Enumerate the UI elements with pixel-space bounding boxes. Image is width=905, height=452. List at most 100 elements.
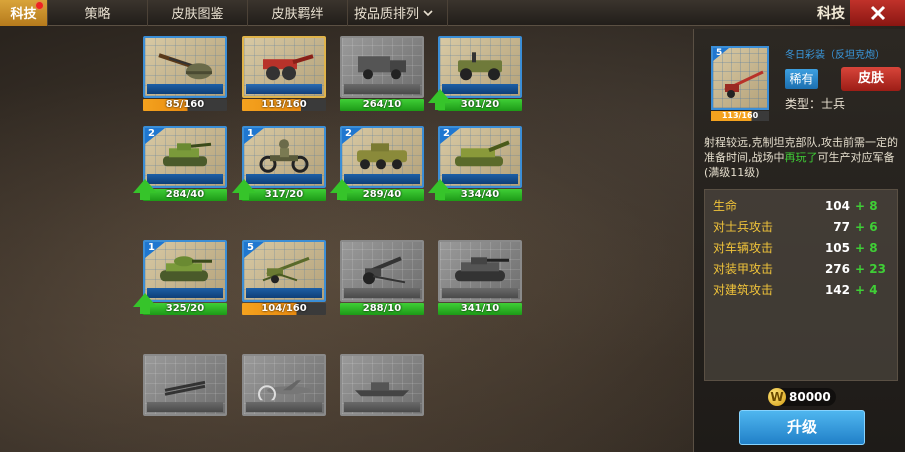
- upgrade-arrow-icon: [330, 179, 354, 200]
- self-propelled-gun-icon: [455, 140, 510, 167]
- desc-highlight: 再玩了: [784, 151, 818, 164]
- unit-frame: [340, 354, 424, 416]
- upgrade-button[interactable]: 升级: [739, 410, 865, 445]
- unit-card-warship[interactable]: [340, 354, 424, 416]
- stats-table: 生命 104 + 8 对士兵攻击 77 + 6 对车辆攻击 105 + 8 对装…: [704, 189, 898, 381]
- stat-label: 对装甲攻击: [713, 262, 774, 276]
- stat-bonus: + 6: [855, 219, 878, 234]
- unit-progress-bar: 288/10: [340, 303, 424, 315]
- upgrade-arrow-icon: [428, 89, 452, 110]
- warship-icon: [355, 382, 409, 397]
- motorcycle-icon: [259, 139, 309, 173]
- field-gun-icon: [263, 54, 314, 81]
- stat-row: 对装甲攻击 276 + 23: [713, 258, 897, 279]
- unit-frame: 5: [242, 240, 326, 302]
- stat-value: 142: [824, 282, 850, 297]
- rocket-launcher-icon: [164, 380, 206, 396]
- stat-value: 276: [824, 261, 850, 276]
- stat-label: 对建筑攻击: [713, 283, 774, 297]
- tab-skin-gallery[interactable]: 皮肤图鉴: [148, 0, 248, 26]
- unit-progress-bar: 113/160: [242, 99, 326, 111]
- detail-progress-bar: 113/160: [711, 111, 769, 121]
- unit-frame: [340, 36, 424, 98]
- rarity-badge: 稀有: [785, 69, 818, 89]
- unit-progress-bar: 264/10: [340, 99, 424, 111]
- close-icon: [870, 5, 885, 21]
- tab-strategy[interactable]: 策略: [48, 0, 148, 26]
- unit-frame: [242, 354, 326, 416]
- upgrade-arrow-icon: [133, 179, 157, 200]
- unit-card-anti-tank-gun[interactable]: 5 104/160: [242, 240, 326, 315]
- sort-dropdown[interactable]: 按品质排列: [348, 0, 448, 26]
- skin-button[interactable]: 皮肤: [841, 67, 901, 91]
- unit-card-howitzer[interactable]: 288/10: [340, 240, 424, 315]
- detail-level: 5: [716, 48, 723, 58]
- light-tank-icon: [163, 142, 212, 167]
- upgrade-cost: W 80000: [768, 388, 836, 406]
- unit-progress-bar: 104/160: [242, 303, 326, 315]
- unit-card-heavy-tank[interactable]: 341/10: [438, 240, 522, 315]
- tab-skin-bond[interactable]: 皮肤羁绊: [248, 0, 348, 26]
- stat-bonus: + 4: [855, 282, 878, 297]
- unit-level: 2: [148, 128, 155, 139]
- stat-value: 105: [824, 240, 850, 255]
- stat-bonus: + 8: [855, 240, 878, 255]
- stat-row: 对士兵攻击 77 + 6: [713, 216, 897, 237]
- jeep-icon: [458, 52, 502, 81]
- unit-type: 类型：士兵: [785, 97, 846, 111]
- alert-dot-icon: [36, 1, 43, 9]
- unit-card-rifleman[interactable]: 85/160: [143, 36, 227, 111]
- unit-card-motorcycle[interactable]: 1 317/20: [232, 126, 326, 201]
- unit-frame: [242, 36, 326, 98]
- unit-frame: [340, 240, 424, 302]
- unit-card-rocket-launcher[interactable]: [143, 354, 227, 416]
- unit-level: 1: [247, 128, 254, 139]
- unit-description: 射程较远,克制坦克部队,攻击前需一定的准备时间,战场中再玩了可生产对应军备(满级…: [704, 135, 900, 180]
- stat-row: 对车辆攻击 105 + 8: [713, 237, 897, 258]
- stat-value: 104: [824, 198, 850, 213]
- fighter-plane-icon: [258, 380, 311, 401]
- upgrade-arrow-icon: [428, 179, 452, 200]
- anti-tank-gun-icon: [724, 70, 764, 98]
- unit-card-light-tank[interactable]: 2 284/40: [133, 126, 227, 201]
- stat-label: 对士兵攻击: [713, 220, 774, 234]
- tab-strategy-label: 策略: [84, 7, 111, 22]
- coin-icon: W: [768, 388, 786, 406]
- stat-bonus: + 8: [855, 198, 878, 213]
- stat-value: 77: [833, 219, 850, 234]
- sort-dropdown-label: 按品质排列: [354, 7, 420, 22]
- anti-tank-gun-icon: [262, 256, 310, 284]
- unit-card-jeep[interactable]: 301/20: [428, 36, 522, 111]
- unit-card-armored-car[interactable]: 2 289/40: [330, 126, 424, 201]
- unit-progress-bar: 341/10: [438, 303, 522, 315]
- page-title: 科技: [817, 6, 845, 22]
- tab-skin-gallery-label: 皮肤图鉴: [171, 7, 224, 22]
- tab-tech[interactable]: 科技: [0, 0, 48, 26]
- unit-card-fighter-plane[interactable]: [242, 354, 326, 416]
- unit-frame: [143, 354, 227, 416]
- tab-skin-bond-label: 皮肤羁绊: [271, 7, 324, 22]
- unit-card-medium-tank[interactable]: 1 325/20: [133, 240, 227, 315]
- stat-label: 对车辆攻击: [713, 241, 774, 255]
- stat-bonus: + 23: [855, 261, 886, 276]
- close-button[interactable]: [850, 0, 905, 26]
- cost-value: 80000: [789, 390, 831, 404]
- heavy-tank-icon: [455, 257, 509, 282]
- rifle-helmet-icon: [158, 53, 212, 80]
- upgrade-arrow-icon: [133, 293, 157, 314]
- stat-label: 生命: [713, 199, 738, 213]
- unit-frame: [438, 240, 522, 302]
- armored-car-icon: [357, 143, 407, 170]
- unit-progress-bar: 85/160: [143, 99, 227, 111]
- stat-row: 对建筑攻击 142 + 4: [713, 279, 897, 300]
- detail-portrait: 5: [711, 46, 769, 110]
- unit-detail-panel: 5 113/160 冬日彩装（反坦克炮） 稀有 皮肤 类型：士兵 射程较远,克制…: [693, 29, 905, 452]
- medium-tank-icon: [160, 256, 212, 282]
- chevron-down-icon: [423, 9, 433, 16]
- unit-card-supply-truck[interactable]: 264/10: [340, 36, 424, 111]
- unit-card-self-propelled-gun[interactable]: 2 334/40: [428, 126, 522, 201]
- stat-row: 生命 104 + 8: [713, 195, 897, 216]
- unit-card-field-gun[interactable]: 113/160: [242, 36, 326, 111]
- skin-name: 冬日彩装（反坦克炮）: [785, 50, 885, 61]
- unit-frame: [143, 36, 227, 98]
